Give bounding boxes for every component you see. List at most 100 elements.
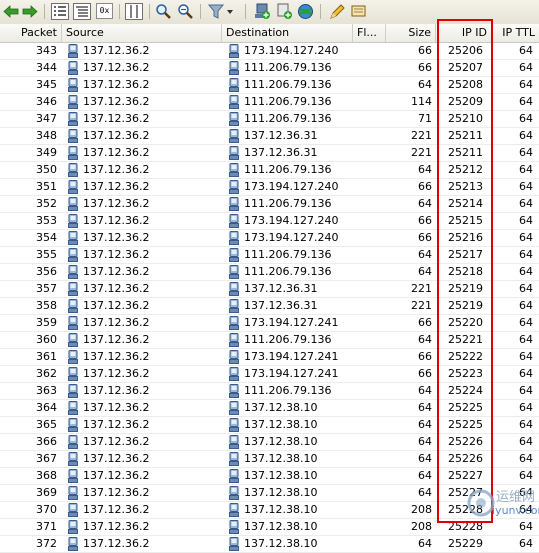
cell-size: 66 bbox=[418, 44, 432, 57]
cell-ip-ttl: 64 bbox=[519, 316, 533, 329]
cell-ip-ttl: 64 bbox=[519, 367, 533, 380]
add-packet-icon[interactable] bbox=[276, 3, 293, 20]
back-arrow-icon[interactable] bbox=[3, 3, 19, 20]
table-row[interactable]: 351 137.12.36.2 173.194.127.240 66 25213 64 bbox=[0, 179, 539, 196]
table-row[interactable]: 360 137.12.36.2 111.206.79.136 64 25221 64 bbox=[0, 332, 539, 349]
table-row[interactable]: 356 137.12.36.2 111.206.79.136 64 25218 64 bbox=[0, 264, 539, 281]
columns-icon[interactable] bbox=[125, 3, 143, 20]
cell-destination: 111.206.79.136 bbox=[244, 112, 332, 125]
forward-arrow-icon[interactable] bbox=[22, 3, 38, 20]
cell-size: 71 bbox=[418, 112, 432, 125]
host-computer-icon bbox=[68, 350, 78, 364]
network-globe-icon[interactable] bbox=[297, 3, 314, 20]
column-header-destination[interactable]: Destination bbox=[222, 24, 353, 42]
cell-ip-id: 25225 bbox=[448, 418, 483, 431]
table-row[interactable]: 365 137.12.36.2 137.12.38.10 64 25225 64 bbox=[0, 417, 539, 434]
cell-ip-id: 25209 bbox=[448, 95, 483, 108]
cell-packet: 349 bbox=[36, 146, 57, 159]
cell-size: 66 bbox=[418, 367, 432, 380]
host-computer-icon bbox=[229, 78, 239, 92]
table-row[interactable]: 369 137.12.36.2 137.12.38.10 64 25227 64 bbox=[0, 485, 539, 502]
table-row[interactable]: 352 137.12.36.2 111.206.79.136 64 25214 64 bbox=[0, 196, 539, 213]
search-icon[interactable] bbox=[155, 3, 172, 20]
cell-packet: 347 bbox=[36, 112, 57, 125]
clear-icon[interactable] bbox=[350, 3, 367, 20]
cell-ip-id: 25210 bbox=[448, 112, 483, 125]
table-row[interactable]: 350 137.12.36.2 111.206.79.136 64 25212 64 bbox=[0, 162, 539, 179]
details-view-icon[interactable] bbox=[73, 3, 91, 20]
table-row[interactable]: 348 137.12.36.2 137.12.36.31 221 25211 64 bbox=[0, 128, 539, 145]
cell-source: 137.12.36.2 bbox=[83, 180, 150, 193]
column-header-source[interactable]: Source bbox=[62, 24, 222, 42]
cell-ip-id: 25212 bbox=[448, 163, 483, 176]
table-row[interactable]: 368 137.12.36.2 137.12.38.10 64 25227 64 bbox=[0, 468, 539, 485]
cell-source: 137.12.36.2 bbox=[83, 401, 150, 414]
table-row[interactable]: 364 137.12.36.2 137.12.38.10 64 25225 64 bbox=[0, 400, 539, 417]
cell-packet: 346 bbox=[36, 95, 57, 108]
table-row[interactable]: 345 137.12.36.2 111.206.79.136 64 25208 64 bbox=[0, 77, 539, 94]
cell-size: 208 bbox=[411, 520, 432, 533]
host-computer-icon bbox=[229, 282, 239, 296]
cell-ip-id: 25219 bbox=[448, 299, 483, 312]
table-row[interactable]: 366 137.12.36.2 137.12.38.10 64 25226 64 bbox=[0, 434, 539, 451]
table-row[interactable]: 349 137.12.36.2 137.12.36.31 221 25211 64 bbox=[0, 145, 539, 162]
table-row[interactable]: 372 137.12.36.2 137.12.38.10 64 25229 64 bbox=[0, 536, 539, 553]
cell-ip-ttl: 64 bbox=[519, 44, 533, 57]
cell-destination: 137.12.38.10 bbox=[244, 537, 318, 550]
add-host-icon[interactable] bbox=[254, 3, 271, 20]
cell-source: 137.12.36.2 bbox=[83, 231, 150, 244]
host-computer-icon bbox=[229, 401, 239, 415]
hex-view-icon[interactable]: 0x bbox=[96, 3, 113, 19]
cell-ip-ttl: 64 bbox=[519, 146, 533, 159]
host-computer-icon bbox=[68, 95, 78, 109]
host-computer-icon bbox=[229, 197, 239, 211]
table-row[interactable]: 370 137.12.36.2 137.12.38.10 208 25228 64 bbox=[0, 502, 539, 519]
cell-destination: 173.194.127.241 bbox=[244, 350, 339, 363]
cell-size: 66 bbox=[418, 61, 432, 74]
host-computer-icon bbox=[229, 61, 239, 75]
cell-ip-ttl: 64 bbox=[519, 231, 533, 244]
table-row[interactable]: 362 137.12.36.2 173.194.127.241 66 25223 64 bbox=[0, 366, 539, 383]
host-computer-icon bbox=[68, 197, 78, 211]
watermark: 运维网 iyunv.com bbox=[466, 486, 539, 522]
column-header-packet[interactable]: Packet bbox=[0, 24, 62, 42]
column-header-ip-id[interactable]: IP ID bbox=[436, 24, 492, 42]
column-header-flags[interactable]: Fl... bbox=[353, 24, 386, 42]
table-row[interactable]: 354 137.12.36.2 173.194.127.240 66 25216 64 bbox=[0, 230, 539, 247]
table-row[interactable]: 357 137.12.36.2 137.12.36.31 221 25219 64 bbox=[0, 281, 539, 298]
filter-icon[interactable] bbox=[208, 3, 234, 20]
column-header-size[interactable]: Size bbox=[386, 24, 436, 42]
host-computer-icon bbox=[68, 384, 78, 398]
table-row[interactable]: 363 137.12.36.2 111.206.79.136 64 25224 64 bbox=[0, 383, 539, 400]
table-row[interactable]: 358 137.12.36.2 137.12.36.31 221 25219 64 bbox=[0, 298, 539, 315]
table-row[interactable]: 344 137.12.36.2 111.206.79.136 66 25207 64 bbox=[0, 60, 539, 77]
table-row[interactable]: 359 137.12.36.2 173.194.127.241 66 25220 64 bbox=[0, 315, 539, 332]
table-row[interactable]: 367 137.12.36.2 137.12.38.10 64 25226 64 bbox=[0, 451, 539, 468]
table-row[interactable]: 343 137.12.36.2 173.194.127.240 66 25206 64 bbox=[0, 43, 539, 60]
cell-destination: 137.12.36.31 bbox=[244, 282, 318, 295]
table-row[interactable]: 355 137.12.36.2 111.206.79.136 64 25217 64 bbox=[0, 247, 539, 264]
zoom-icon[interactable] bbox=[177, 3, 194, 20]
packet-table: 343 137.12.36.2 173.194.127.240 66 25206 64 34… bbox=[0, 43, 539, 553]
cell-size: 64 bbox=[418, 401, 432, 414]
cell-size: 221 bbox=[411, 129, 432, 142]
list-view-icon[interactable] bbox=[51, 3, 69, 20]
table-row[interactable]: 361 137.12.36.2 173.194.127.241 66 25222 64 bbox=[0, 349, 539, 366]
table-row[interactable]: 347 137.12.36.2 111.206.79.136 71 25210 64 bbox=[0, 111, 539, 128]
host-computer-icon bbox=[68, 401, 78, 415]
column-header-ip-ttl[interactable]: IP TTL bbox=[492, 24, 539, 42]
host-computer-icon bbox=[68, 282, 78, 296]
cell-destination: 111.206.79.136 bbox=[244, 61, 332, 74]
cell-ip-id: 25206 bbox=[448, 44, 483, 57]
table-row[interactable]: 371 137.12.36.2 137.12.38.10 208 25228 64 bbox=[0, 519, 539, 536]
host-computer-icon bbox=[229, 384, 239, 398]
table-row[interactable]: 346 137.12.36.2 111.206.79.136 114 25209 64 bbox=[0, 94, 539, 111]
host-computer-icon bbox=[68, 129, 78, 143]
column-header-row: Packet Source Destination Fl... Size IP … bbox=[0, 24, 539, 43]
cell-destination: 111.206.79.136 bbox=[244, 248, 332, 261]
table-row[interactable]: 353 137.12.36.2 173.194.127.240 66 25215 64 bbox=[0, 213, 539, 230]
cell-packet: 366 bbox=[36, 435, 57, 448]
cell-packet: 369 bbox=[36, 486, 57, 499]
edit-pencil-icon[interactable] bbox=[329, 3, 346, 20]
cell-ip-ttl: 64 bbox=[519, 214, 533, 227]
